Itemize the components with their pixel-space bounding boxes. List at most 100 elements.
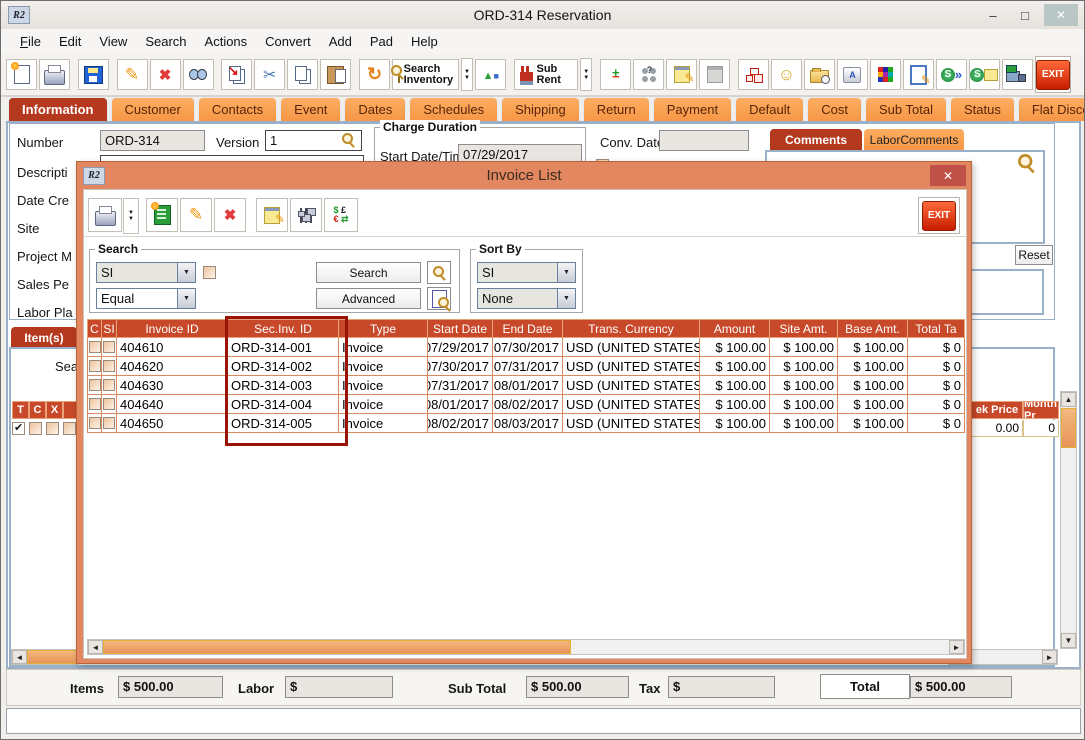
row-checkbox[interactable] xyxy=(89,360,101,372)
dialog-exit-button[interactable]: EXIT xyxy=(918,197,960,234)
group-query-button[interactable] xyxy=(633,59,664,90)
row-checkbox[interactable] xyxy=(89,379,101,391)
column-header-site-amt-[interactable]: Site Amt. xyxy=(770,319,838,338)
org-chart-button[interactable] xyxy=(738,59,769,90)
price-column-1[interactable]: Month Pr xyxy=(1023,401,1059,419)
items-hscrollbar[interactable]: ◄ xyxy=(11,649,79,665)
tab-dates[interactable]: Dates xyxy=(344,97,406,121)
tab-sub-total[interactable]: Sub Total xyxy=(865,97,947,121)
dialog-delete-button[interactable]: ✖ xyxy=(214,198,246,232)
new-document-button[interactable] xyxy=(6,59,37,90)
invoice-row-404640[interactable]: 404640ORD-314-004Invoice08/01/201708/02/… xyxy=(87,395,965,414)
row-checkbox-cell[interactable] xyxy=(87,395,102,414)
scroll-up-icon[interactable]: ▲ xyxy=(1061,392,1076,407)
dialog-print-button[interactable] xyxy=(88,198,122,232)
truck-button[interactable] xyxy=(1002,59,1033,90)
menu-help[interactable]: Help xyxy=(402,31,447,52)
dialog-filter-button[interactable] xyxy=(290,198,322,232)
comments-search-icon[interactable] xyxy=(1018,154,1035,171)
item-checkbox[interactable] xyxy=(63,422,76,435)
search-button[interactable]: Search xyxy=(316,262,421,283)
advanced-button[interactable]: Advanced xyxy=(316,288,421,309)
copy-to-button[interactable]: ↘ xyxy=(221,59,252,90)
save-button[interactable] xyxy=(78,59,109,90)
tab-schedules[interactable]: Schedules xyxy=(409,97,498,121)
item-column-c[interactable]: C xyxy=(29,401,46,419)
search-operator-dropdown[interactable]: Equal▼ xyxy=(96,288,196,309)
find-button[interactable] xyxy=(183,59,214,90)
row-checkbox[interactable] xyxy=(103,379,115,391)
dialog-print-dropdown[interactable]: ▼▼ xyxy=(123,198,139,234)
search-inventory-button[interactable]: Search Inventory xyxy=(392,59,459,90)
tab-flat-discounts[interactable]: Flat Discounts xyxy=(1018,97,1085,121)
tab-shipping[interactable]: Shipping xyxy=(501,97,580,121)
copy-button[interactable] xyxy=(287,59,318,90)
cut-button[interactable]: ✂ xyxy=(254,59,285,90)
menu-file[interactable]: File xyxy=(11,31,50,52)
edit-document-button[interactable]: ✎ xyxy=(903,59,934,90)
item-column-t[interactable]: T xyxy=(12,401,29,419)
scroll-left-icon[interactable]: ◄ xyxy=(12,650,27,664)
search-icon-button[interactable] xyxy=(427,261,451,284)
tab-contacts[interactable]: Contacts xyxy=(198,97,277,121)
row-checkbox[interactable] xyxy=(103,360,115,372)
row-checkbox[interactable] xyxy=(89,417,101,429)
cubes-button[interactable] xyxy=(870,59,901,90)
version-lookup-icon[interactable] xyxy=(342,133,355,146)
shortcut-key-button[interactable]: A xyxy=(837,59,868,90)
forward-money-button[interactable]: S» xyxy=(936,59,967,90)
tab-payment[interactable]: Payment xyxy=(653,97,732,121)
sub-rent-dropdown[interactable]: ▼▼ xyxy=(580,58,593,91)
tab-return[interactable]: Return xyxy=(583,97,650,121)
item-checkbox[interactable] xyxy=(46,422,59,435)
dialog-hscrollbar[interactable]: ◄ ► xyxy=(87,639,965,655)
column-header-end-date[interactable]: End Date xyxy=(493,319,563,338)
invoice-row-404650[interactable]: 404650ORD-314-005Invoice08/02/201708/03/… xyxy=(87,414,965,433)
column-header-c[interactable]: C xyxy=(87,319,102,338)
invoice-row-404630[interactable]: 404630ORD-314-003Invoice07/31/201708/01/… xyxy=(87,376,965,395)
tab-default[interactable]: Default xyxy=(735,97,804,121)
dialog-close-button[interactable]: ✕ xyxy=(930,165,966,186)
dialog-new-invoice-button[interactable] xyxy=(146,198,178,232)
row-checkbox-cell[interactable] xyxy=(102,414,117,433)
column-header-total-ta[interactable]: Total Ta xyxy=(908,319,965,338)
search-inventory-dropdown[interactable]: ▼▼ xyxy=(461,58,474,91)
column-header-base-amt-[interactable]: Base Amt. xyxy=(838,319,908,338)
row-checkbox-cell[interactable] xyxy=(87,357,102,376)
invoice-row-404610[interactable]: 404610ORD-314-001Invoice07/29/201707/30/… xyxy=(87,338,965,357)
column-header-si[interactable]: SI xyxy=(102,319,117,338)
menu-actions[interactable]: Actions xyxy=(196,31,257,52)
column-header-invoice-id[interactable]: Invoice ID xyxy=(117,319,228,338)
sort-field-dropdown[interactable]: SI▼ xyxy=(477,262,576,283)
row-checkbox-cell[interactable] xyxy=(87,414,102,433)
contact-button[interactable]: ☺ xyxy=(771,59,802,90)
row-checkbox[interactable] xyxy=(103,417,115,429)
close-button[interactable]: ✕ xyxy=(1044,4,1078,26)
row-checkbox[interactable] xyxy=(103,398,115,410)
tab-event[interactable]: Event xyxy=(280,97,341,121)
search-checkbox[interactable] xyxy=(203,266,216,279)
paste-button[interactable] xyxy=(320,59,351,90)
menu-search[interactable]: Search xyxy=(136,31,195,52)
dialog-currency-button[interactable]: $ £ € ⇄ xyxy=(324,198,358,232)
row-checkbox-cell[interactable] xyxy=(102,376,117,395)
conv-date-field[interactable] xyxy=(659,130,749,151)
menu-edit[interactable]: Edit xyxy=(50,31,90,52)
tab-labor-comments[interactable]: LaborComments xyxy=(864,129,964,150)
scroll-right-icon[interactable]: ► xyxy=(1042,650,1057,664)
scroll-right-icon[interactable]: ► xyxy=(949,640,964,654)
column-header-sec-inv-id[interactable]: Sec.Inv. ID xyxy=(228,319,339,338)
dialog-edit-button[interactable]: ✎ xyxy=(180,198,212,232)
tab-comments[interactable]: Comments xyxy=(770,129,862,150)
scroll-down-icon[interactable]: ▼ xyxy=(1061,633,1076,648)
invoice-row-404620[interactable]: 404620ORD-314-002Invoice07/30/201707/31/… xyxy=(87,357,965,376)
maximize-button[interactable]: □ xyxy=(1012,6,1038,24)
item-checkbox-checked[interactable]: ✔ xyxy=(12,422,25,435)
row-checkbox-cell[interactable] xyxy=(87,376,102,395)
tab-information[interactable]: Information xyxy=(8,97,108,121)
sub-rent-button[interactable]: Sub Rent xyxy=(514,59,578,90)
add-remove-button[interactable]: +− xyxy=(600,59,631,90)
row-checkbox[interactable] xyxy=(103,341,115,353)
reset-button[interactable]: Reset xyxy=(1015,245,1053,265)
money-note-button[interactable]: S xyxy=(969,59,1000,90)
